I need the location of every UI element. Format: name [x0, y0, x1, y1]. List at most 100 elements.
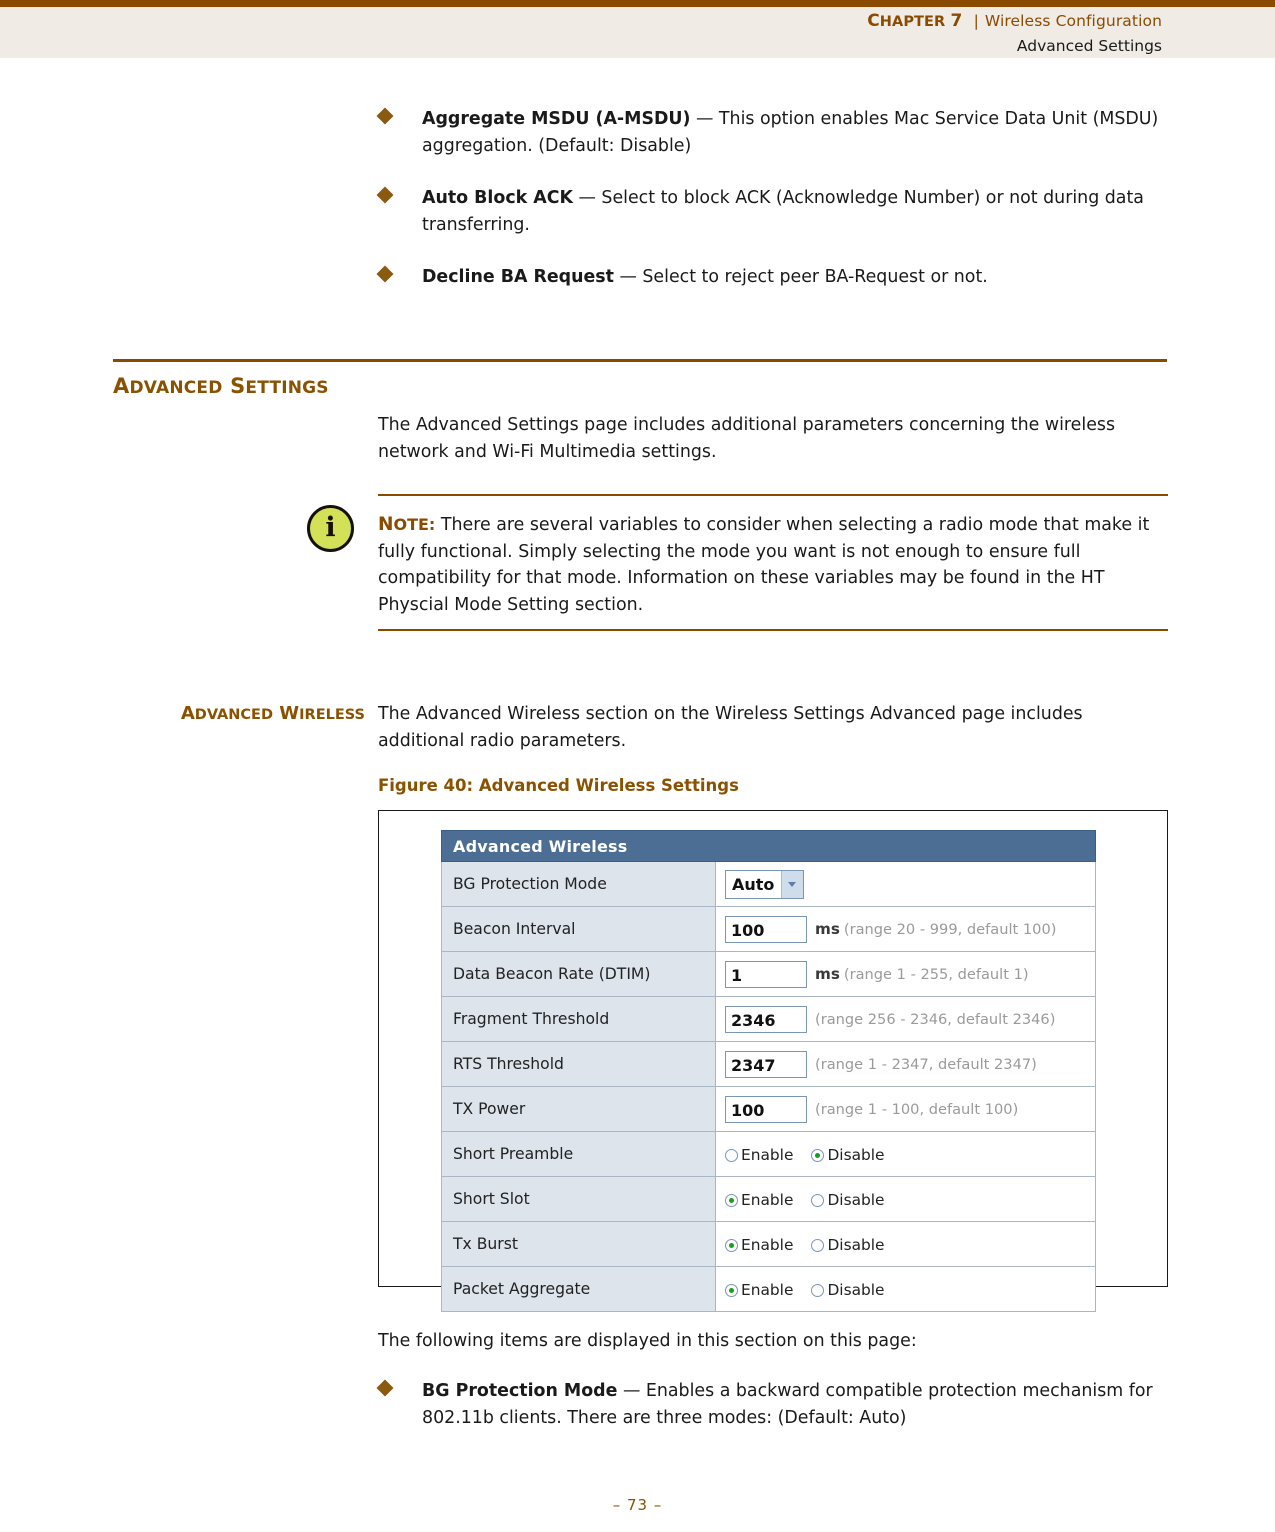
radio-icon-selected [811, 1149, 825, 1163]
note-text: There are several variables to consider … [378, 515, 1150, 615]
table-row: TX Power 100 (range 1 - 100, default 100) [441, 1086, 1096, 1132]
short-preamble-disable-option[interactable]: Disable [811, 1146, 885, 1165]
page-title: ADVANCED SETTINGS [113, 374, 329, 398]
tx-power-input[interactable]: 100 [725, 1095, 807, 1123]
radio-icon [811, 1239, 825, 1253]
page-number: – 73 – [612, 1496, 663, 1514]
tx-burst-enable-option[interactable]: Enable [725, 1236, 793, 1254]
tx-burst-disable-option[interactable]: Disable [811, 1236, 885, 1255]
field-value-packet-aggregate: Enable Disable [715, 1266, 1096, 1312]
figure-advanced-wireless-settings: Advanced Wireless BG Protection Mode Aut… [378, 810, 1168, 1312]
field-label-tx-power: TX Power [441, 1086, 716, 1132]
short-slot-disable-option[interactable]: Disable [811, 1191, 885, 1210]
bullet-description: — Select to reject peer BA-Request or no… [613, 267, 988, 287]
chevron-down-icon[interactable] [781, 870, 804, 898]
note-label: NOTE: [378, 514, 436, 535]
bg-protection-mode-select[interactable]: Auto [725, 869, 805, 899]
field-value-tx-power: 100 (range 1 - 100, default 100) [715, 1086, 1096, 1132]
beacon-interval-input[interactable]: 100 [725, 915, 807, 943]
field-label-bg-protection-mode: BG Protection Mode [441, 861, 716, 907]
radio-icon-selected [725, 1284, 738, 1298]
data-beacon-rate-input[interactable]: 1 [725, 960, 807, 988]
radio-label: Disable [827, 1146, 885, 1165]
field-label-tx-burst: Tx Burst [441, 1221, 716, 1267]
radio-label: Disable [827, 1236, 885, 1255]
table-row: Short Preamble Enable Disable [441, 1131, 1096, 1177]
note-top-rule [378, 494, 1168, 496]
field-value-beacon-interval: 100 ms (range 20 - 999, default 100) [715, 906, 1096, 952]
list-item: BG Protection Mode — Enables a backward … [376, 1378, 1168, 1431]
bottom-bullet-list: BG Protection Mode — Enables a backward … [376, 1378, 1168, 1457]
field-value-tx-burst: Enable Disable [715, 1221, 1096, 1267]
list-item: Aggregate MSDU (A-MSDU) — This option en… [376, 106, 1168, 159]
info-icon-glyph: i [325, 512, 336, 543]
radio-label: Enable [741, 1191, 794, 1210]
packet-aggregate-enable-option[interactable]: Enable [725, 1281, 793, 1299]
tx-power-range: (range 1 - 100, default 100) [815, 1100, 1019, 1118]
table-row: Tx Burst Enable Disable [441, 1221, 1096, 1267]
panel-title: Advanced Wireless [441, 830, 1096, 862]
tx-burst-radio-group: Enable Disable [725, 1235, 903, 1255]
field-value-fragment-threshold: 2346 (range 256 - 2346, default 2346) [715, 996, 1096, 1042]
advanced-wireless-paragraph: The Advanced Wireless section on the Wir… [378, 704, 1083, 751]
table-row: Packet Aggregate Enable Disable [441, 1266, 1096, 1312]
table-row: RTS Threshold 2347 (range 1 - 2347, defau… [441, 1041, 1096, 1087]
radio-icon-selected [725, 1194, 738, 1208]
header-separator: | [973, 12, 979, 30]
header-chapter-title: Wireless Configuration [984, 12, 1162, 30]
table-row: BG Protection Mode Auto [441, 861, 1096, 907]
diamond-bullet-icon [376, 265, 394, 283]
short-slot-enable-option[interactable]: Enable [725, 1191, 793, 1209]
field-label-data-beacon-rate: Data Beacon Rate (DTIM) [441, 951, 716, 997]
top-bullet-list: Aggregate MSDU (A-MSDU) — This option en… [376, 106, 1168, 317]
field-label-rts-threshold: RTS Threshold [441, 1041, 716, 1087]
radio-icon [811, 1284, 825, 1298]
table-row: Fragment Threshold 2346 (range 256 - 2346… [441, 996, 1096, 1042]
field-value-rts-threshold: 2347 (range 1 - 2347, default 2347) [715, 1041, 1096, 1087]
diamond-bullet-icon [376, 107, 394, 125]
page-header: CHAPTER 7 | Wireless Configuration Advanc… [0, 0, 1275, 58]
rts-threshold-input[interactable]: 2347 [725, 1050, 807, 1078]
short-preamble-enable-option[interactable]: Enable [725, 1146, 793, 1164]
data-beacon-rate-unit: ms [815, 965, 840, 983]
field-value-bg-protection-mode: Auto [715, 861, 1096, 907]
beacon-interval-unit: ms [815, 920, 840, 938]
diamond-bullet-icon [376, 186, 394, 204]
field-label-short-preamble: Short Preamble [441, 1131, 716, 1177]
beacon-interval-range: (range 20 - 999, default 100) [843, 920, 1057, 938]
section-intro-paragraph: The Advanced Settings page includes addi… [378, 415, 1116, 462]
note-bottom-rule [378, 629, 1168, 631]
short-slot-radio-group: Enable Disable [725, 1190, 903, 1210]
field-label-packet-aggregate: Packet Aggregate [441, 1266, 716, 1312]
fragment-threshold-range: (range 256 - 2346, default 2346) [815, 1010, 1056, 1028]
diamond-bullet-icon [376, 1379, 394, 1397]
radio-label: Disable [827, 1191, 885, 1210]
table-row: Beacon Interval 100 ms (range 20 - 999, de… [441, 906, 1096, 952]
advanced-wireless-form: Advanced Wireless BG Protection Mode Aut… [441, 830, 1096, 1312]
rts-threshold-range: (range 1 - 2347, default 2347) [815, 1055, 1037, 1073]
radio-label: Disable [827, 1281, 885, 1300]
bullet-term: Aggregate MSDU (A-MSDU) [422, 109, 691, 129]
bg-protection-mode-value: Auto [732, 874, 775, 894]
data-beacon-rate-range: (range 1 - 255, default 1) [843, 965, 1029, 983]
radio-label: Enable [741, 1236, 794, 1255]
section-rule [113, 359, 1167, 362]
info-icon: i [307, 505, 354, 552]
note-body: NOTE: There are several variables to con… [378, 512, 1168, 618]
field-label-beacon-interval: Beacon Interval [441, 906, 716, 952]
table-row: Data Beacon Rate (DTIM) 1 ms (range 1 - 25… [441, 951, 1096, 997]
panel-header-row: Advanced Wireless [441, 830, 1096, 862]
radio-icon [811, 1194, 825, 1208]
radio-label: Enable [741, 1281, 794, 1300]
field-value-short-slot: Enable Disable [715, 1176, 1096, 1222]
header-chapter-label: CHAPTER 7 [867, 11, 963, 31]
header-subtitle: Advanced Settings [1016, 37, 1162, 55]
field-label-short-slot: Short Slot [441, 1176, 716, 1222]
fragment-threshold-input[interactable]: 2346 [725, 1005, 807, 1033]
packet-aggregate-radio-group: Enable Disable [725, 1280, 903, 1300]
header-chapter-line: CHAPTER 7 | Wireless Configuration [867, 11, 1162, 31]
radio-label: Enable [741, 1146, 794, 1165]
packet-aggregate-disable-option[interactable]: Disable [811, 1281, 885, 1300]
margin-heading-advanced-wireless: ADVANCED WIRELESS [180, 703, 365, 724]
bottom-lead-in: The following items are displayed in thi… [378, 1331, 917, 1351]
